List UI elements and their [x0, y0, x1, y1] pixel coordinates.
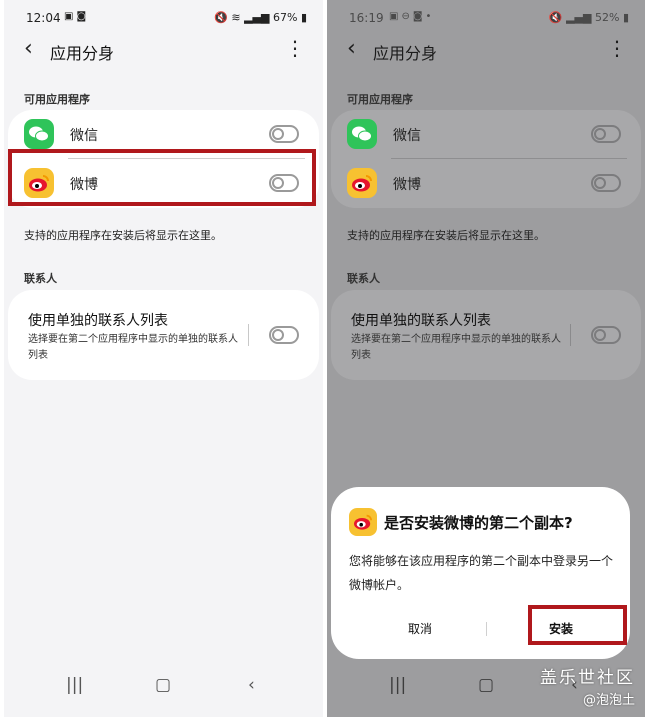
status-time: 16:19	[349, 11, 384, 25]
app-icon: ◙	[412, 11, 426, 22]
more-options-icon[interactable]: ⋮	[285, 38, 305, 58]
home-icon[interactable]: ▢	[478, 675, 494, 695]
wechat-toggle[interactable]	[269, 125, 299, 143]
home-icon[interactable]: ▢	[155, 675, 171, 695]
dialog-title: 是否安装微博的第二个副本?	[384, 514, 573, 532]
left-screen: 12:04 ▣◙ 🔇 ≋ ▂▄▆ 67% ▮ ‹ 应用分身 ⋮ 可用应用程序 微…	[4, 0, 323, 717]
page-title: 应用分身	[373, 44, 438, 63]
navigation-bar: ||| ▢ ‹	[4, 675, 323, 703]
status-bar: 12:04 ▣◙ 🔇 ≋ ▂▄▆ 67% ▮	[4, 0, 323, 34]
app-row-weibo[interactable]: 微博	[331, 159, 641, 207]
separate-contacts-description: 选择要在第二个应用程序中显示的单独的联系人列表	[28, 334, 238, 361]
app-label-wechat: 微信	[70, 128, 98, 144]
signal-icon: ▂▄▆	[566, 11, 592, 24]
button-divider	[486, 622, 487, 636]
status-time: 12:04	[26, 11, 61, 25]
system-icons: 🔇 ≋ ▂▄▆ 67% ▮	[214, 11, 307, 24]
vertical-divider	[570, 324, 571, 346]
notification-icons: ▣◙	[64, 11, 89, 22]
app-bar: ‹ 应用分身 ⋮	[327, 34, 645, 68]
back-nav-icon[interactable]: ‹	[248, 675, 255, 695]
wechat-icon	[347, 119, 377, 149]
app-bar: ‹ 应用分身 ⋮	[4, 34, 323, 68]
highlight-box-install	[528, 605, 627, 645]
separate-contacts-description: 选择要在第二个应用程序中显示的单独的联系人列表	[351, 334, 561, 361]
install-dialog: 是否安装微博的第二个副本? 您将能够在该应用程序的第二个副本中登录另一个微博帐户…	[331, 487, 630, 659]
more-options-icon[interactable]: ⋮	[607, 38, 627, 58]
separate-contacts-toggle[interactable]	[591, 326, 621, 344]
system-icons: 🔇 ▂▄▆ 52% ▮	[549, 11, 629, 24]
supported-apps-hint: 支持的应用程序在安装后将显示在这里。	[347, 229, 545, 242]
app-icon: ◙	[76, 11, 90, 22]
battery-level: 67%	[272, 11, 298, 24]
dialog-message: 您将能够在该应用程序的第二个副本中登录另一个微博帐户。	[349, 554, 614, 592]
separate-contacts-toggle[interactable]	[269, 326, 299, 344]
mute-icon: 🔇	[214, 11, 228, 24]
app-label-wechat: 微信	[393, 128, 421, 144]
back-arrow-icon[interactable]: ‹	[347, 36, 356, 61]
recents-icon[interactable]: |||	[66, 675, 83, 695]
mute-icon: 🔇	[548, 11, 563, 24]
available-apps-header: 可用应用程序	[347, 93, 413, 106]
app-label-weibo: 微博	[393, 177, 421, 193]
available-apps-header: 可用应用程序	[24, 93, 90, 106]
dot-icon: •	[425, 11, 435, 22]
right-screen: 16:19 ▣⊖◙• 🔇 ▂▄▆ 52% ▮ ‹ 应用分身 ⋮ 可用应用程序 微…	[327, 0, 645, 717]
watermark-main: 盖乐世社区	[540, 668, 635, 688]
wifi-icon: ≋	[231, 11, 241, 24]
cancel-button[interactable]: 取消	[408, 620, 432, 637]
status-bar: 16:19 ▣⊖◙• 🔇 ▂▄▆ 52% ▮	[327, 0, 645, 34]
back-arrow-icon[interactable]: ‹	[24, 36, 33, 61]
page-title: 应用分身	[50, 44, 115, 63]
dnd-icon: ⊖	[401, 11, 413, 22]
weibo-icon	[347, 168, 377, 198]
wechat-toggle[interactable]	[591, 125, 621, 143]
app-row-wechat[interactable]: 微信	[331, 110, 641, 158]
image-icon: ▣	[389, 11, 402, 22]
separate-contacts-title: 使用单独的联系人列表	[351, 313, 491, 329]
contacts-header: 联系人	[347, 272, 380, 285]
separate-contacts-title: 使用单独的联系人列表	[28, 313, 168, 329]
highlight-box-weibo	[8, 149, 316, 206]
signal-icon: ▂▄▆	[244, 11, 270, 24]
wechat-icon	[24, 119, 54, 149]
recents-icon[interactable]: |||	[389, 675, 406, 695]
watermark-sub: @泡泡土	[582, 693, 635, 708]
image-icon: ▣	[64, 11, 77, 22]
vertical-divider	[248, 324, 249, 346]
supported-apps-hint: 支持的应用程序在安装后将显示在这里。	[24, 229, 222, 242]
battery-icon: ▮	[300, 11, 307, 24]
weibo-toggle[interactable]	[591, 174, 621, 192]
contacts-card[interactable]: 使用单独的联系人列表 选择要在第二个应用程序中显示的单独的联系人列表	[331, 290, 641, 380]
contacts-card[interactable]: 使用单独的联系人列表 选择要在第二个应用程序中显示的单独的联系人列表	[8, 290, 319, 380]
apps-card: 微信 微博	[331, 110, 641, 208]
weibo-icon	[349, 508, 377, 536]
battery-level: 52%	[594, 11, 620, 24]
contacts-header: 联系人	[24, 272, 57, 285]
notification-icons: ▣⊖◙•	[389, 11, 434, 22]
battery-icon: ▮	[622, 11, 629, 24]
